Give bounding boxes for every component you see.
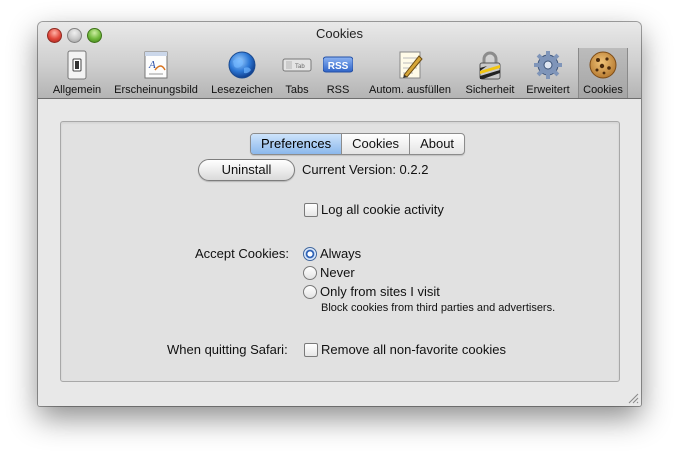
gear-icon: [534, 51, 562, 79]
window-title: Cookies: [316, 26, 363, 41]
accept-never-radio[interactable]: [303, 266, 317, 280]
accept-always-radio[interactable]: [303, 247, 317, 261]
quit-label: When quitting Safari:: [167, 342, 288, 357]
toolbar-item-sicherheit[interactable]: Sicherheit: [460, 48, 520, 98]
toolbar-label: Sicherheit: [465, 84, 515, 96]
cookie-icon: [589, 51, 617, 79]
globe-icon: [228, 51, 256, 79]
accept-never-label: Never: [320, 265, 355, 280]
toolbar-label: RSS: [326, 84, 350, 96]
preferences-toolbar: Allgemein A Erscheinungsbild Lesezeichen…: [42, 48, 638, 98]
switch-icon: [67, 50, 87, 80]
tab-preferences[interactable]: Preferences: [251, 134, 343, 154]
toolbar-item-cookies[interactable]: Cookies: [578, 48, 628, 98]
accept-always-label: Always: [320, 246, 362, 261]
log-activity-checkbox[interactable]: [304, 203, 318, 217]
toolbar-item-tabs[interactable]: Tab Tabs: [278, 48, 316, 98]
title-bar[interactable]: Cookies Allgemein A Erscheinungsbild Les…: [38, 22, 641, 99]
tab-about[interactable]: About: [410, 134, 464, 154]
accept-sites-visited-radio[interactable]: [303, 285, 317, 299]
svg-text:RSS: RSS: [328, 61, 349, 72]
tab-cookies[interactable]: Cookies: [342, 134, 411, 154]
log-activity-label: Log all cookie activity: [321, 202, 444, 217]
padlock-icon: [479, 51, 501, 80]
toolbar-label: Autom. ausfüllen: [369, 84, 451, 96]
accept-note: Block cookies from third parties and adv…: [321, 302, 556, 314]
content-area: Preferences Cookies About Uninstall Curr…: [38, 99, 641, 406]
autofill-pen-icon: [399, 51, 423, 79]
remove-cookies-on-quit-checkbox[interactable]: [304, 343, 318, 357]
remove-cookies-on-quit-label: Remove all non-favorite cookies: [321, 342, 506, 357]
appearance-icon: A: [144, 51, 168, 79]
toolbar-label: Lesezeichen: [211, 84, 273, 96]
accept-cookies-label: Accept Cookies:: [195, 246, 289, 261]
accept-sites-visited-label: Only from sites I visit: [320, 284, 440, 299]
toolbar-label: Tabs: [285, 84, 309, 96]
toolbar-item-allgemein[interactable]: Allgemein: [46, 48, 108, 98]
toolbar-item-lesezeichen[interactable]: Lesezeichen: [206, 48, 278, 98]
svg-text:Tab: Tab: [295, 64, 305, 70]
toolbar-label: Cookies: [583, 84, 623, 96]
toolbar-label: Allgemein: [52, 84, 102, 96]
toolbar-label: Erweitert: [526, 84, 570, 96]
toolbar-label: Erscheinungsbild: [114, 84, 198, 96]
toolbar-item-rss[interactable]: RSS RSS: [318, 48, 358, 98]
toolbar-item-erweitert[interactable]: Erweitert: [520, 48, 576, 98]
version-text: Current Version: 0.2.2: [302, 162, 429, 177]
preferences-window: Cookies Allgemein A Erscheinungsbild Les…: [38, 22, 641, 406]
uninstall-button[interactable]: Uninstall: [198, 159, 295, 181]
resize-grip-icon[interactable]: [627, 392, 639, 404]
toolbar-item-erscheinungsbild[interactable]: A Erscheinungsbild: [108, 48, 204, 98]
tab-bar: Preferences Cookies About: [250, 133, 466, 155]
toolbar-item-autofill[interactable]: Autom. ausfüllen: [360, 48, 460, 98]
rss-icon: RSS: [323, 56, 353, 73]
tabs-icon: Tab: [282, 58, 312, 72]
